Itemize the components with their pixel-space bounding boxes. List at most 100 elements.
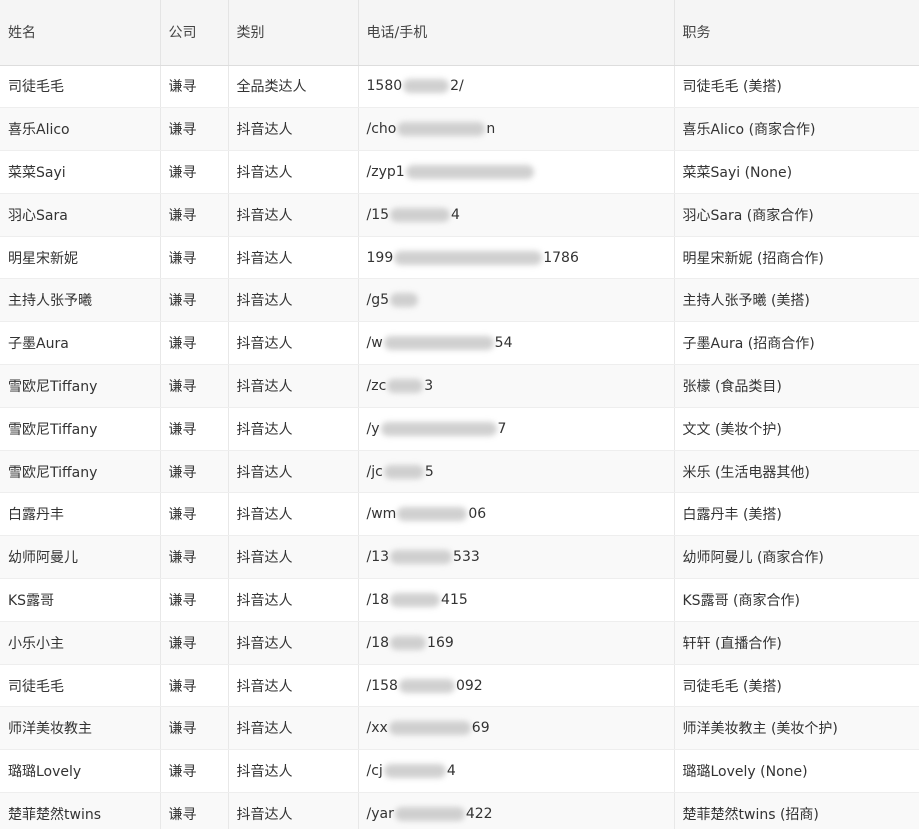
cell-type: 全品类达人: [228, 65, 359, 109]
cell-company: 谦寻: [160, 193, 229, 237]
phone-prefix: /xx: [366, 720, 388, 737]
cell-role: 张檬 (食品类目): [674, 364, 919, 408]
table-row[interactable]: 雪欧尼Tiffany 谦寻 抖音达人/jc 5 米乐 (生活电器其他): [0, 450, 919, 494]
phone-prefix: /18: [366, 591, 390, 608]
cell-type: 抖音达人: [228, 407, 359, 451]
cell-role: 羽心Sara (商家合作): [674, 193, 919, 237]
phone-prefix: /15: [366, 206, 390, 223]
phone-suffix: 533: [453, 549, 480, 566]
phone-prefix: /cho: [366, 121, 397, 138]
phone-redaction: [390, 207, 451, 222]
table-row[interactable]: 子墨Aura 谦寻 抖音达人/w 54 子墨Aura (招商合作): [0, 321, 919, 366]
phone-redaction: [390, 293, 419, 308]
cell-company: 谦寻: [160, 492, 229, 537]
cell-role: 司徒毛毛 (美搭): [674, 65, 919, 109]
cell-company: 谦寻: [160, 749, 229, 794]
cell-role: 璐璐Lovely (None): [674, 749, 919, 794]
table-row[interactable]: 雪欧尼Tiffany 谦寻 抖音达人/y 7 文文 (美妆个护): [0, 407, 919, 451]
phone-prefix: /g5: [366, 292, 390, 309]
cell-type: 抖音达人: [228, 236, 359, 280]
cell-phone: /xx 69: [358, 706, 675, 751]
cell-type: 抖音达人: [228, 364, 359, 408]
cell-company: 谦寻: [160, 450, 229, 494]
cell-phone: /15 4: [358, 193, 675, 237]
table-row[interactable]: 菜菜Sayi 谦寻 抖音达人/zyp1 菜菜Sayi (None): [0, 150, 919, 194]
table-row[interactable]: 幼师阿曼儿 谦寻 抖音达人/13 533 幼师阿曼儿 (商家合作): [0, 535, 919, 580]
table-row[interactable]: 羽心Sara 谦寻 抖音达人/15 4 羽心Sara (商家合作): [0, 193, 919, 237]
table-row[interactable]: 主持人张予曦 谦寻 抖音达人/g5 主持人张予曦 (美搭): [0, 278, 919, 323]
table-row[interactable]: 白露丹丰 谦寻 抖音达人/wm 06 白露丹丰 (美搭): [0, 492, 919, 537]
cell-role: 主持人张予曦 (美搭): [674, 278, 919, 323]
header-role[interactable]: 职务: [674, 0, 919, 66]
cell-company: 谦寻: [160, 107, 229, 152]
cell-type: 抖音达人: [228, 535, 359, 580]
header-phone[interactable]: 电话/手机: [358, 0, 675, 66]
cell-phone: 199 1786: [358, 236, 675, 280]
cell-role: KS露哥 (商家合作): [674, 578, 919, 622]
cell-type: 抖音达人: [228, 578, 359, 622]
cell-type: 抖音达人: [228, 107, 359, 152]
table-row[interactable]: 楚菲楚然twins 谦寻 抖音达人/yar 422 楚菲楚然twins (招商): [0, 792, 919, 829]
phone-prefix: 1580: [366, 78, 403, 95]
cell-type: 抖音达人: [228, 321, 359, 366]
phone-suffix: 54: [494, 335, 513, 352]
phone-redaction: [383, 764, 446, 779]
cell-role: 师洋美妆教主 (美妆个护): [674, 706, 919, 751]
header-company[interactable]: 公司: [160, 0, 229, 66]
table-row[interactable]: 司徒毛毛 谦寻 全品类达人 1580 2/司徒毛毛 (美搭): [0, 65, 919, 109]
phone-prefix: 199: [366, 249, 394, 266]
phone-prefix: /18: [366, 634, 390, 651]
table-row[interactable]: 师洋美妆教主 谦寻 抖音达人/xx 69 师洋美妆教主 (美妆个护): [0, 706, 919, 751]
cell-role: 菜菜Sayi (None): [674, 150, 919, 194]
table-row[interactable]: 司徒毛毛 谦寻 抖音达人/158 092 司徒毛毛 (美搭): [0, 664, 919, 708]
phone-prefix: /zc: [366, 377, 387, 394]
phone-redaction: [380, 421, 497, 436]
contacts-table: 姓名 公司 类别 电话/手机 职务 司徒毛毛 谦寻 全品类达人 1580 2/司徒毛毛 …: [0, 0, 919, 829]
phone-suffix: 3: [424, 377, 434, 394]
header-name[interactable]: 姓名: [0, 0, 161, 66]
cell-phone: /18 415: [358, 578, 675, 622]
phone-prefix: /w: [366, 335, 383, 352]
table-row[interactable]: 喜乐Alico 谦寻 抖音达人/cho n 喜乐Alico (商家合作): [0, 107, 919, 152]
cell-phone: /y 7: [358, 407, 675, 451]
cell-name: 明星宋新妮: [0, 236, 161, 280]
cell-company: 谦寻: [160, 150, 229, 194]
phone-redaction: [383, 464, 424, 479]
cell-type: 抖音达人: [228, 706, 359, 751]
cell-name: 雪欧尼Tiffany: [0, 364, 161, 408]
table-row[interactable]: 明星宋新妮 谦寻 抖音达人 199 1786 明星宋新妮 (招商合作): [0, 236, 919, 280]
cell-role: 司徒毛毛 (美搭): [674, 664, 919, 708]
table-row[interactable]: KS露哥 谦寻 抖音达人/18 415 KS露哥 (商家合作): [0, 578, 919, 622]
phone-redaction: [403, 79, 450, 94]
cell-company: 谦寻: [160, 664, 229, 708]
phone-suffix: 4: [451, 206, 460, 223]
cell-phone: /yar 422: [358, 792, 675, 829]
cell-phone: /zc 3: [358, 364, 675, 408]
cell-company: 谦寻: [160, 621, 229, 665]
cell-role: 轩轩 (直播合作): [674, 621, 919, 665]
cell-phone: /cj 4: [358, 749, 675, 794]
cell-name: 璐璐Lovely: [0, 749, 161, 794]
phone-prefix: /wm: [366, 506, 397, 523]
phone-redaction: [394, 250, 543, 265]
cell-name: 白露丹丰: [0, 492, 161, 537]
table-row[interactable]: 雪欧尼Tiffany 谦寻 抖音达人/zc 3 张檬 (食品类目): [0, 364, 919, 408]
cell-type: 抖音达人: [228, 792, 359, 829]
table-row[interactable]: 小乐小主 谦寻 抖音达人/18 169 轩轩 (直播合作): [0, 621, 919, 665]
phone-suffix: 4: [446, 763, 456, 780]
cell-phone: /cho n: [358, 107, 675, 152]
cell-role: 明星宋新妮 (招商合作): [674, 236, 919, 280]
phone-suffix: 422: [465, 805, 493, 822]
phone-redaction: [394, 806, 465, 821]
cell-company: 谦寻: [160, 278, 229, 323]
cell-type: 抖音达人: [228, 150, 359, 194]
table-row[interactable]: 璐璐Lovely 谦寻 抖音达人/cj 4 璐璐Lovely (None): [0, 749, 919, 794]
cell-company: 谦寻: [160, 706, 229, 751]
phone-suffix: 2/: [450, 78, 464, 95]
header-type[interactable]: 类别: [228, 0, 359, 66]
cell-type: 抖音达人: [228, 664, 359, 708]
cell-company: 谦寻: [160, 321, 229, 366]
cell-name: 羽心Sara: [0, 193, 161, 237]
cell-role: 幼师阿曼儿 (商家合作): [674, 535, 919, 580]
cell-type: 抖音达人: [228, 492, 359, 537]
